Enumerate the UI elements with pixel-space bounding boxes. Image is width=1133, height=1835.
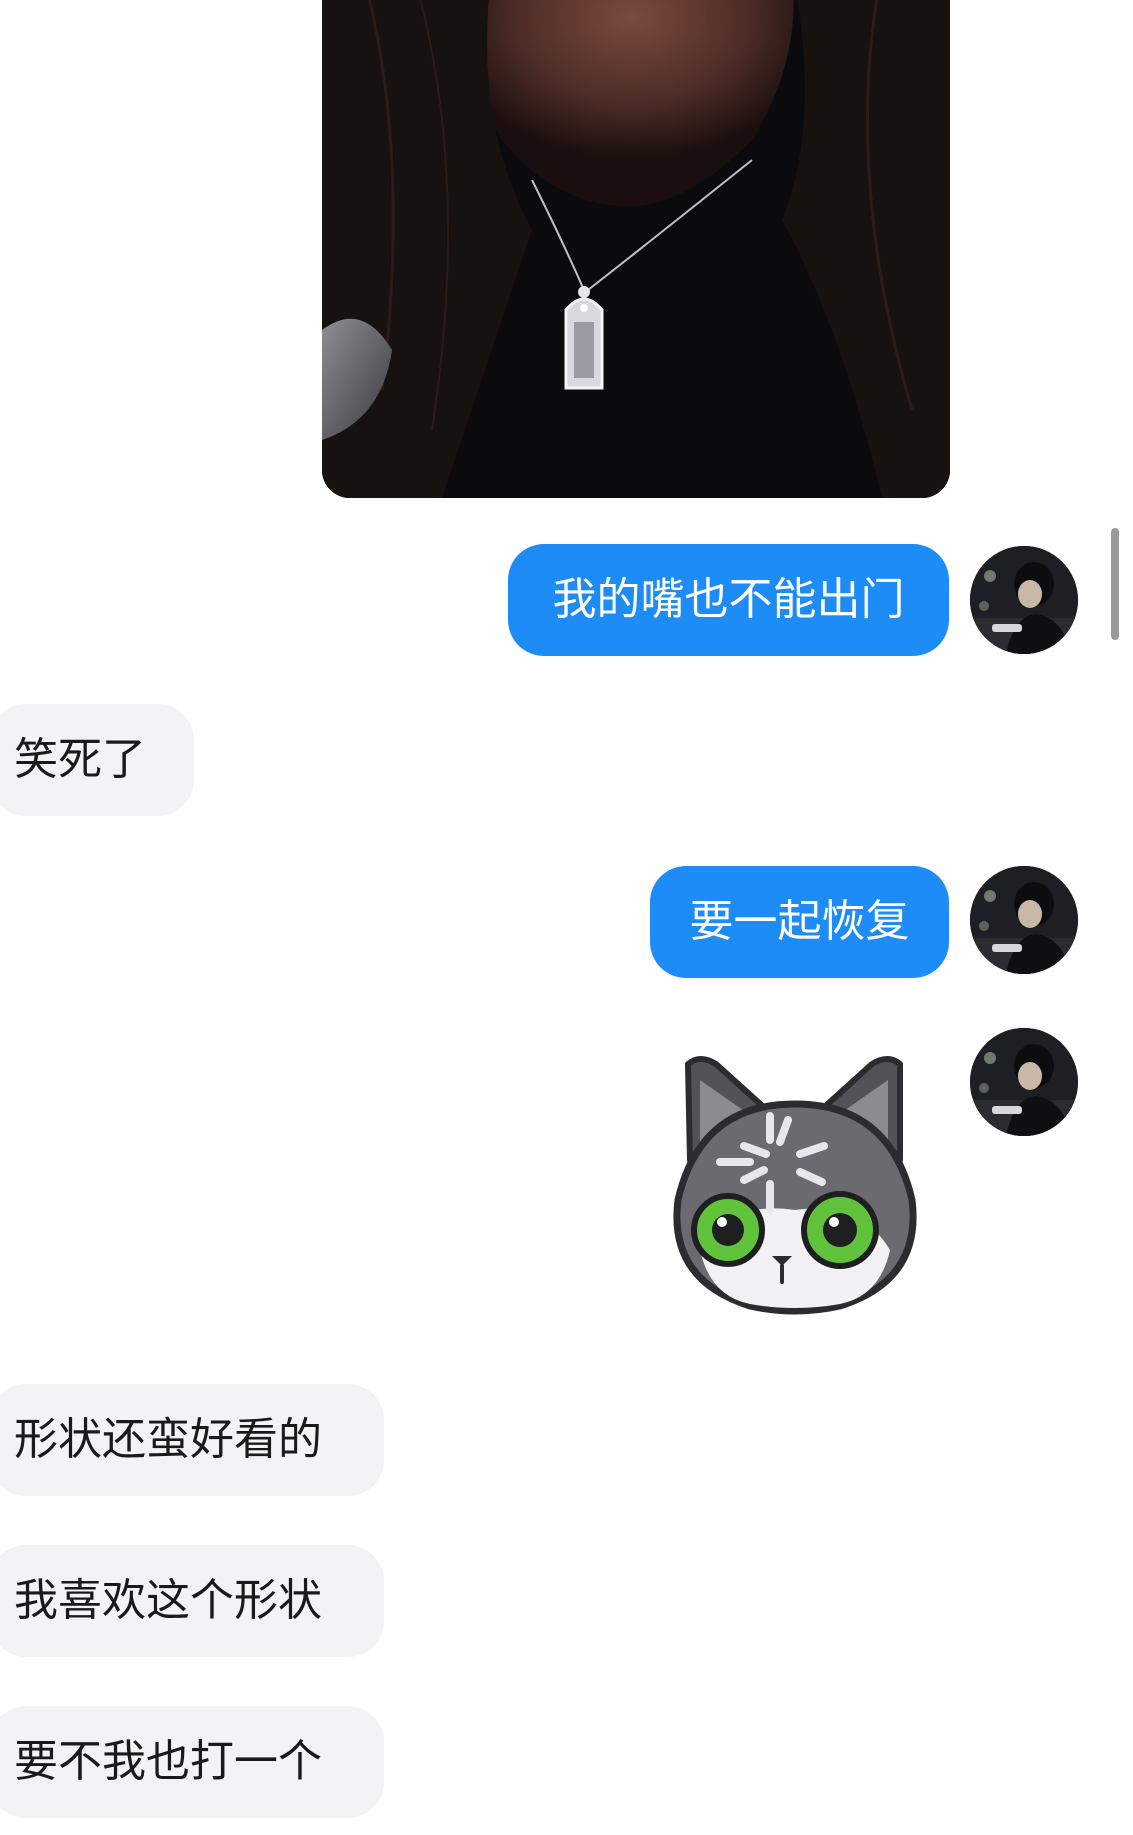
cat-loading-sticker-icon[interactable]	[660, 1050, 930, 1320]
user-avatar-icon[interactable]	[970, 1028, 1078, 1136]
photo-message[interactable]	[322, 0, 950, 498]
incoming-message-bubble[interactable]: 我喜欢这个形状	[0, 1545, 384, 1657]
incoming-message-bubble[interactable]: 笑死了	[0, 704, 194, 816]
chat-thread: 我的嘴也不能出门 笑死了 要一起恢复 形状还蛮好看的 我喜欢这个形状 要不我也打…	[0, 0, 1133, 1835]
incoming-message-bubble[interactable]: 形状还蛮好看的	[0, 1384, 384, 1496]
incoming-message-bubble[interactable]: 要不我也打一个	[0, 1706, 384, 1818]
user-avatar-icon[interactable]	[970, 546, 1078, 654]
user-avatar-icon[interactable]	[970, 866, 1078, 974]
outgoing-message-bubble[interactable]: 我的嘴也不能出门	[508, 544, 949, 656]
outgoing-message-bubble[interactable]: 要一起恢复	[650, 866, 949, 978]
necklace-photo	[322, 0, 950, 498]
scrollbar-thumb[interactable]	[1111, 528, 1119, 640]
